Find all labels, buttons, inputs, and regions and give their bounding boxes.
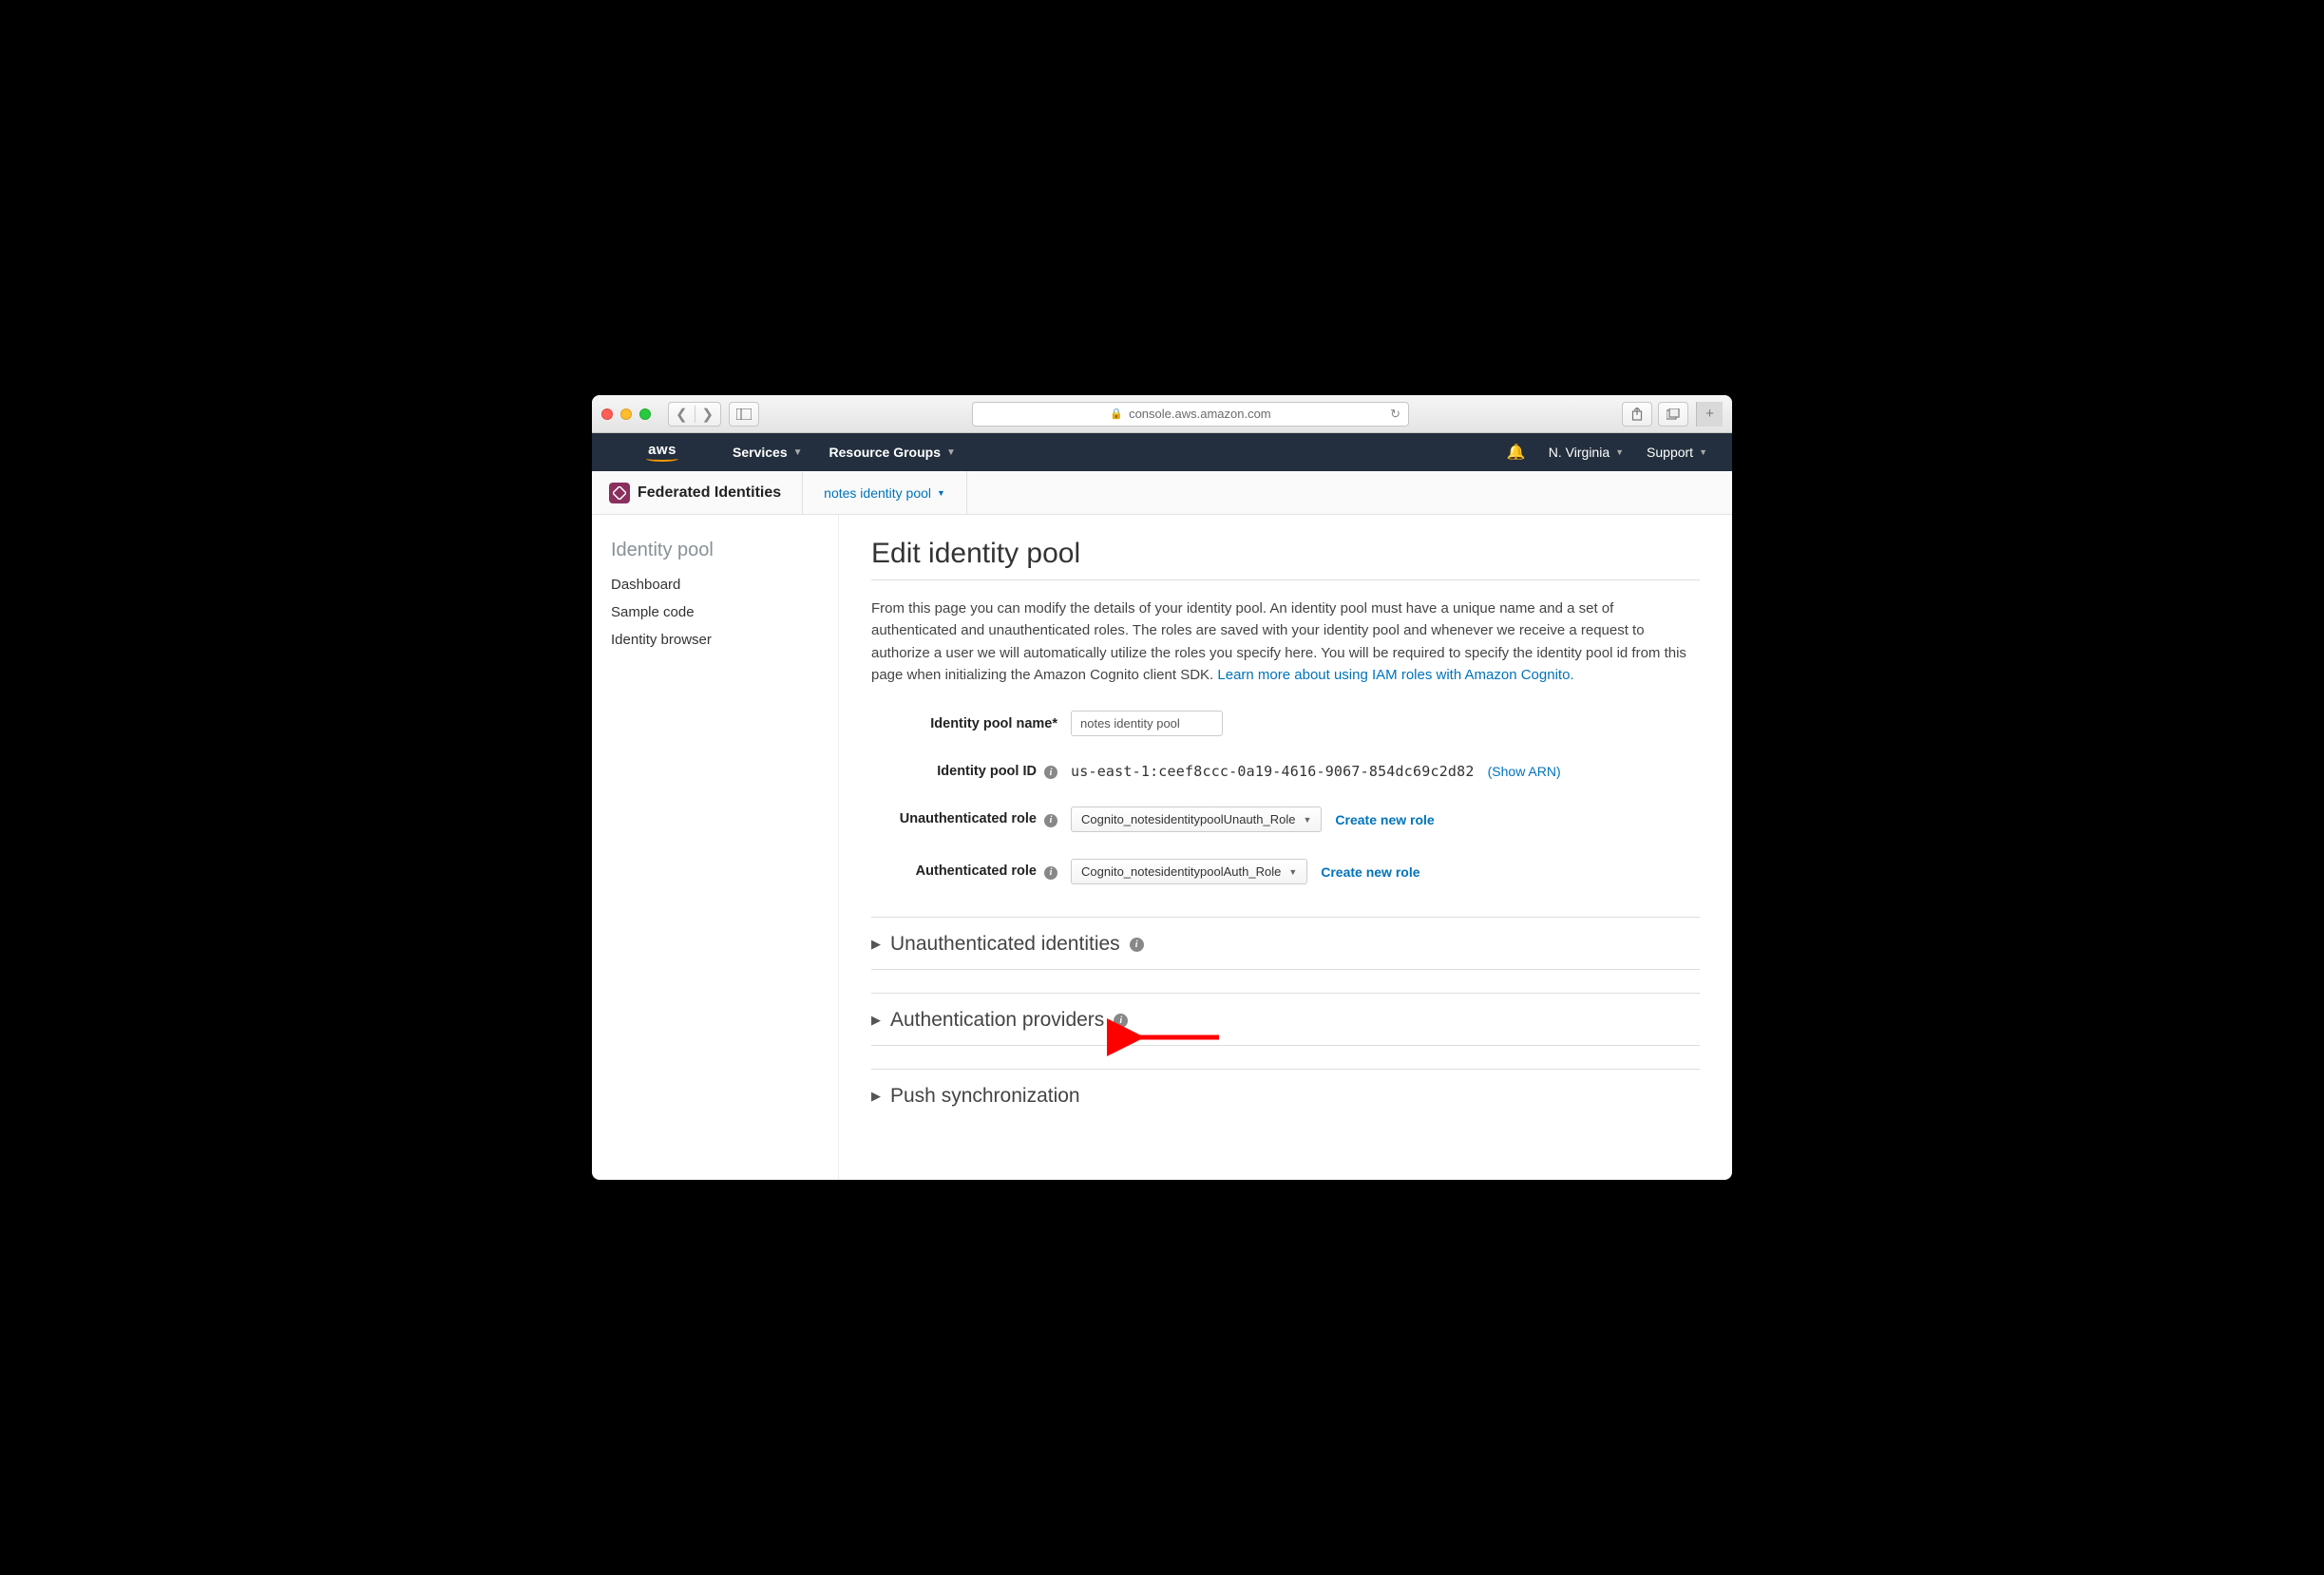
- main-content: Edit identity pool From this page you ca…: [839, 515, 1732, 1180]
- identity-pool-name-label: Identity pool name*: [871, 716, 1071, 731]
- page-title: Edit identity pool: [871, 538, 1700, 580]
- section-authentication-providers[interactable]: ▶ Authentication providers i: [871, 1009, 1700, 1045]
- create-new-role-link-auth[interactable]: Create new role: [1321, 864, 1419, 880]
- info-icon[interactable]: i: [1044, 766, 1057, 779]
- info-icon[interactable]: i: [1044, 814, 1057, 827]
- window-controls: [601, 408, 651, 420]
- forward-button[interactable]: ❯: [695, 406, 721, 423]
- aws-logo[interactable]: aws: [646, 443, 678, 462]
- resource-groups-menu[interactable]: Resource Groups ▼: [816, 433, 969, 471]
- service-title[interactable]: Federated Identities: [638, 471, 803, 514]
- reload-button[interactable]: ↻: [1390, 407, 1400, 422]
- collapse-caret-icon: ▶: [871, 1013, 881, 1028]
- service-subheader: Federated Identities notes identity pool…: [592, 471, 1732, 515]
- identity-pool-name-input[interactable]: [1071, 711, 1223, 736]
- collapse-caret-icon: ▶: [871, 937, 881, 952]
- chevron-down-icon: ▼: [1304, 815, 1312, 825]
- browser-chrome: ❮ ❯ 🔒 console.aws.amazon.com ↻ +: [592, 395, 1732, 433]
- support-menu[interactable]: Support ▼: [1635, 445, 1719, 460]
- collapse-caret-icon: ▶: [871, 1089, 881, 1104]
- bell-icon: 🔔: [1507, 443, 1526, 462]
- create-new-role-link-unauth[interactable]: Create new role: [1335, 812, 1434, 827]
- unauthenticated-role-label: Unauthenticated role i: [871, 811, 1071, 827]
- learn-more-link[interactable]: Learn more about using IAM roles with Am…: [1217, 667, 1573, 683]
- notifications-button[interactable]: 🔔: [1495, 443, 1537, 462]
- sidebar-item-identity-browser[interactable]: Identity browser: [611, 626, 819, 654]
- unauthenticated-role-select[interactable]: Cognito_notesidentitypoolUnauth_Role ▼: [1071, 806, 1322, 832]
- nav-back-forward: ❮ ❯: [668, 402, 721, 427]
- aws-header: aws Services ▼ Resource Groups ▼ 🔔 N. Vi…: [592, 433, 1732, 471]
- region-selector[interactable]: N. Virginia ▼: [1537, 445, 1635, 460]
- tabs-icon: [1667, 408, 1680, 420]
- share-button[interactable]: [1622, 402, 1652, 427]
- authenticated-role-label: Authenticated role i: [871, 863, 1071, 880]
- show-arn-link[interactable]: (Show ARN): [1488, 764, 1561, 779]
- lock-icon: 🔒: [1110, 408, 1123, 420]
- tabs-button[interactable]: [1658, 402, 1688, 427]
- sidebar-toggle-button[interactable]: [729, 402, 759, 427]
- back-button[interactable]: ❮: [669, 406, 695, 423]
- sidebar-icon: [736, 408, 752, 420]
- share-icon: [1631, 408, 1643, 421]
- authenticated-role-select[interactable]: Cognito_notesidentitypoolAuth_Role ▼: [1071, 859, 1307, 884]
- url-text: console.aws.amazon.com: [1129, 407, 1271, 421]
- address-bar[interactable]: 🔒 console.aws.amazon.com ↻: [972, 402, 1409, 427]
- chevron-down-icon: ▼: [937, 488, 945, 498]
- identity-pool-id-label: Identity pool ID i: [871, 764, 1071, 780]
- page-description: From this page you can modify the detail…: [871, 598, 1700, 686]
- section-unauthenticated-identities[interactable]: ▶ Unauthenticated identities i: [871, 933, 1700, 969]
- sidebar-item-sample-code[interactable]: Sample code: [611, 598, 819, 626]
- minimize-window-button[interactable]: [620, 408, 632, 420]
- info-icon[interactable]: i: [1130, 938, 1144, 952]
- sidebar-heading: Identity pool: [611, 540, 819, 561]
- sidebar-item-dashboard[interactable]: Dashboard: [611, 571, 819, 598]
- identity-pool-selector[interactable]: notes identity pool ▼: [803, 471, 967, 514]
- new-tab-button[interactable]: +: [1696, 402, 1723, 427]
- info-icon[interactable]: i: [1114, 1014, 1128, 1028]
- chevron-down-icon: ▼: [793, 447, 803, 458]
- info-icon[interactable]: i: [1044, 866, 1057, 880]
- chevron-down-icon: ▼: [1288, 867, 1297, 877]
- close-window-button[interactable]: [601, 408, 613, 420]
- identity-pool-id-value: us-east-1:ceef8ccc-0a19-4616-9067-854dc6…: [1071, 763, 1475, 780]
- chevron-down-icon: ▼: [946, 447, 956, 458]
- services-menu[interactable]: Services ▼: [719, 433, 816, 471]
- chevron-down-icon: ▼: [1615, 447, 1624, 457]
- federated-identities-icon: [609, 483, 630, 503]
- chevron-down-icon: ▼: [1699, 447, 1707, 457]
- sidebar: Identity pool Dashboard Sample code Iden…: [592, 515, 839, 1180]
- fullscreen-window-button[interactable]: [639, 408, 651, 420]
- section-push-synchronization[interactable]: ▶ Push synchronization: [871, 1085, 1700, 1111]
- aws-smile-icon: [646, 456, 678, 462]
